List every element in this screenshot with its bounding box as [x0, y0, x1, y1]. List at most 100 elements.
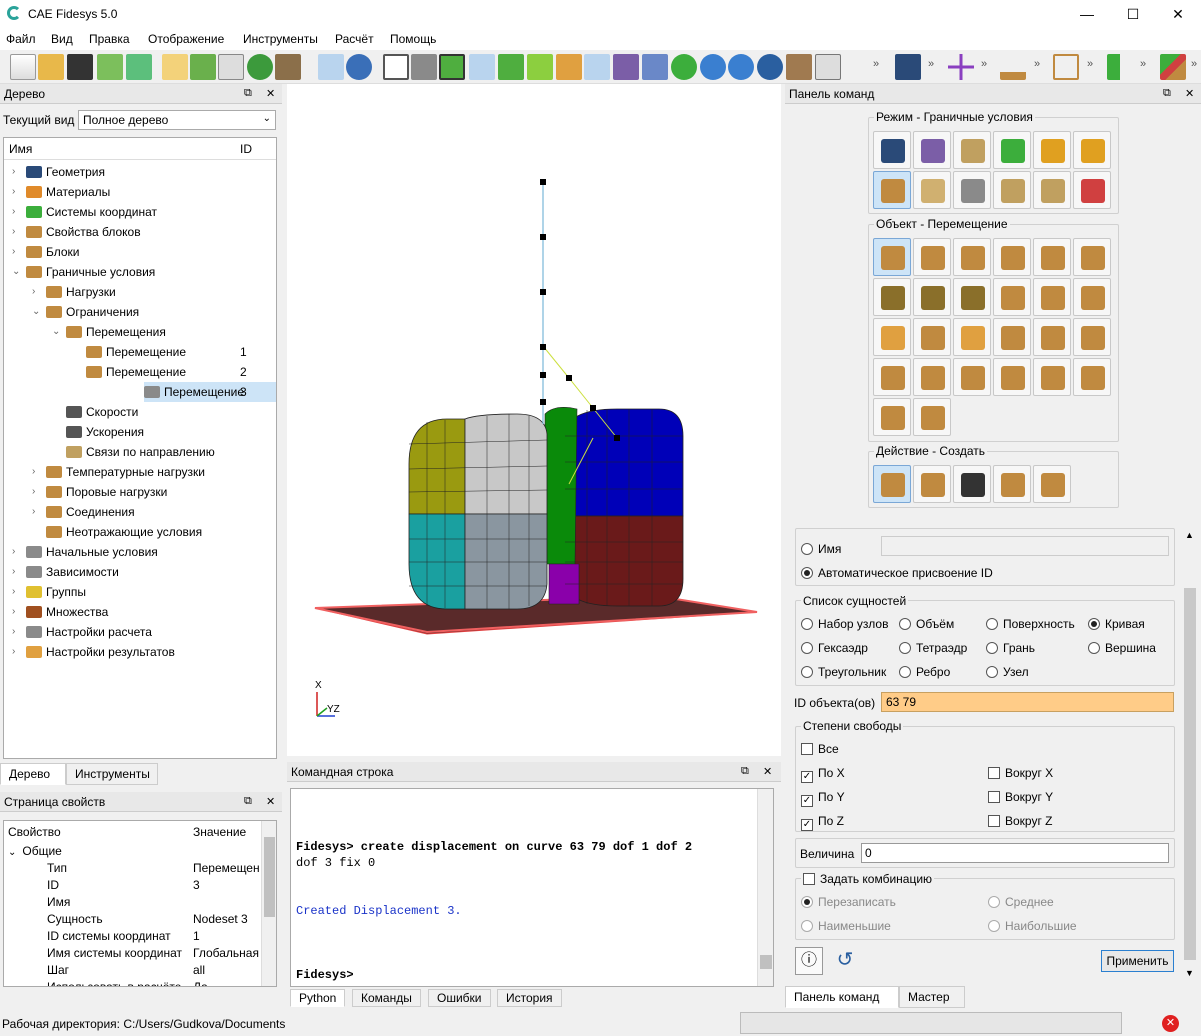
chevron-right-icon[interactable]: ›	[12, 622, 15, 642]
distributed-button[interactable]	[993, 238, 1031, 276]
entity-curve-radio[interactable]: Кривая	[1088, 617, 1145, 631]
entity-hex-radio[interactable]: Гексаэдр	[801, 641, 868, 655]
shaded-icon[interactable]	[411, 54, 437, 80]
entity-node-radio[interactable]: Узел	[986, 665, 1029, 679]
close-panel-icon[interactable]: ✕	[763, 765, 772, 778]
auto-id-radio[interactable]: Автоматическое присвоение ID	[801, 566, 993, 580]
menu-view[interactable]: Вид	[51, 32, 73, 46]
rot-z-checkbox[interactable]: Вокруг Z	[988, 814, 1053, 828]
tree-item[interactable]: › Свойства блоков	[4, 222, 276, 242]
overwrite-radio[interactable]: Перезаписать	[801, 895, 896, 909]
modify-button[interactable]	[913, 465, 951, 503]
script-icon[interactable]	[162, 54, 188, 80]
temperature-button[interactable]	[873, 318, 911, 356]
current-view-select[interactable]: Полное дерево ⌄	[78, 110, 276, 130]
chevron-right-icon[interactable]: ›	[32, 462, 35, 482]
toolbar-overflow-icon[interactable]: »	[873, 58, 879, 70]
refresh-icon[interactable]	[671, 54, 697, 80]
entity-tri-radio[interactable]: Треугольник	[801, 665, 886, 679]
chevron-down-icon[interactable]: ⌄	[12, 262, 20, 282]
tab-python[interactable]: Python	[290, 989, 346, 1007]
commands-scroll-thumb[interactable]	[1184, 588, 1196, 960]
tree-item[interactable]: Связи по направлению	[4, 442, 276, 462]
star-button[interactable]	[953, 358, 991, 396]
chevron-right-icon[interactable]: ›	[12, 182, 15, 202]
magnitude-input[interactable]: 0	[861, 843, 1169, 863]
rot-x-checkbox[interactable]: Вокруг X	[988, 766, 1053, 780]
select-mode-icon[interactable]	[318, 54, 344, 80]
sun-button[interactable]	[1073, 318, 1111, 356]
chevron-right-icon[interactable]: ›	[32, 502, 35, 522]
tree-item[interactable]: › Соединения	[4, 502, 276, 522]
acceleration-button[interactable]	[953, 278, 991, 316]
minimize-button[interactable]: —	[1064, 0, 1110, 28]
toolbar-overflow-icon[interactable]: »	[1191, 58, 1197, 70]
chevron-right-icon[interactable]: ›	[12, 602, 15, 622]
chevron-right-icon[interactable]: ›	[12, 242, 15, 262]
tools-icon[interactable]	[275, 54, 301, 80]
close-button[interactable]: ✕	[1155, 0, 1201, 28]
export-icon[interactable]	[97, 54, 123, 80]
solid-icon[interactable]	[469, 54, 495, 80]
chevron-up-icon[interactable]: ▲	[1185, 530, 1194, 540]
burst-button[interactable]	[993, 358, 1031, 396]
id-icon[interactable]	[218, 54, 244, 80]
tab-commands[interactable]: Команды	[352, 989, 421, 1007]
shaded-edges-icon[interactable]	[439, 54, 465, 80]
entity-surface-radio[interactable]: Поверхность	[986, 617, 1075, 631]
entity-nodeset-radio[interactable]: Набор узлов	[801, 617, 888, 631]
col-id-header[interactable]: ID	[240, 142, 252, 156]
crosshair-icon[interactable]	[948, 54, 974, 80]
chevron-right-icon[interactable]: ›	[12, 582, 15, 602]
coord-system-button[interactable]	[993, 131, 1031, 169]
toolbar-overflow-icon[interactable]: »	[981, 58, 987, 70]
info-button[interactable]: ⓘ	[795, 947, 823, 975]
chevron-right-icon[interactable]: ›	[12, 162, 15, 182]
id-input[interactable]: 63 79	[881, 692, 1174, 712]
run-icon[interactable]	[1107, 54, 1133, 80]
name-radio[interactable]: Имя	[801, 542, 841, 556]
chevron-down-icon[interactable]: ▼	[1185, 968, 1194, 978]
inspect-button[interactable]	[1073, 171, 1111, 209]
bolt-button[interactable]	[873, 398, 911, 436]
open-folder-icon[interactable]	[38, 54, 64, 80]
props-group[interactable]: ⌄ Общие	[8, 843, 62, 860]
tab-tools[interactable]: Инструменты	[66, 763, 158, 785]
box-icon[interactable]	[613, 54, 639, 80]
nodes-icon[interactable]	[556, 54, 582, 80]
tree-item[interactable]: › Геометрия	[4, 162, 276, 182]
tree-item[interactable]: › Настройки расчета	[4, 622, 276, 642]
average-radio[interactable]: Среднее	[988, 895, 1054, 909]
heat-button[interactable]	[1073, 238, 1111, 276]
toolbar-overflow-icon[interactable]: »	[1087, 58, 1093, 70]
volumes-icon[interactable]	[498, 54, 524, 80]
entity-tet-radio[interactable]: Тетраэдр	[899, 641, 967, 655]
col-name-header[interactable]: Имя	[9, 142, 32, 156]
dof-z-checkbox[interactable]: ✓ По Z	[801, 814, 844, 831]
tree-item[interactable]: ⌄ Перемещения	[4, 322, 276, 342]
chevron-down-icon[interactable]: ⌄	[52, 322, 60, 342]
chevron-down-icon[interactable]: ⌄	[32, 302, 40, 322]
bc-mode-button[interactable]	[873, 171, 911, 209]
tree-item[interactable]: › Системы координат	[4, 202, 276, 222]
wrap-button[interactable]	[1033, 358, 1071, 396]
prop-value[interactable]: all	[193, 962, 259, 979]
cmd-scrollbar[interactable]	[757, 789, 773, 986]
chevron-right-icon[interactable]: ›	[12, 642, 15, 662]
import-icon[interactable]	[126, 54, 152, 80]
chevron-right-icon[interactable]: ›	[12, 222, 15, 242]
dof-all-checkbox[interactable]: Все	[801, 742, 839, 756]
float-icon[interactable]: ⧉	[244, 87, 252, 100]
tree-item[interactable]: Скорости	[4, 402, 276, 422]
tree-item[interactable]: ⌄ Ограничения	[4, 302, 276, 322]
load-icon[interactable]	[1000, 54, 1026, 80]
float-icon[interactable]: ⧉	[244, 795, 252, 808]
create-button[interactable]	[873, 465, 911, 503]
toolbar-overflow-icon[interactable]: »	[1034, 58, 1040, 70]
tree-item[interactable]: › Поровые нагрузки	[4, 482, 276, 502]
props-scrollbar[interactable]	[261, 821, 276, 986]
close-panel-icon[interactable]: ✕	[266, 87, 275, 100]
cmd-output[interactable]: Fidesys> create displacement on curve 63…	[290, 788, 774, 987]
menu-tools[interactable]: Инструменты	[243, 32, 318, 46]
entity-edge-radio[interactable]: Ребро	[899, 665, 950, 679]
